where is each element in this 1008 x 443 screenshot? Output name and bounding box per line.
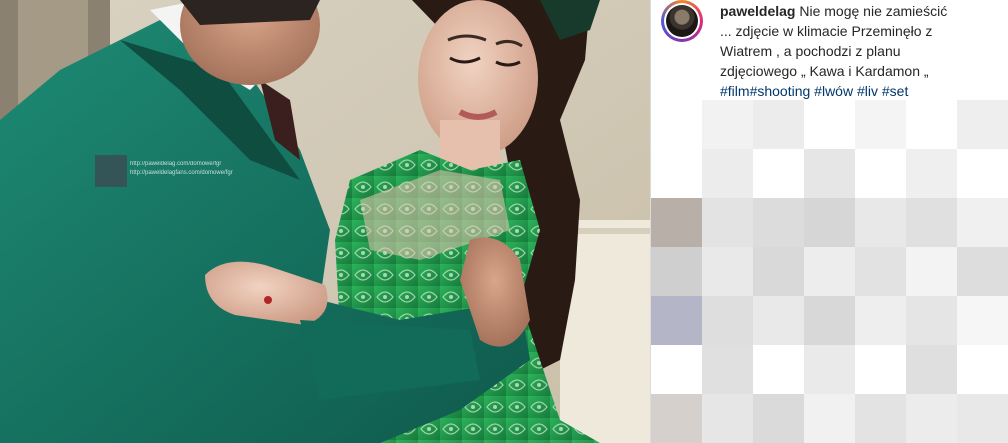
hashtag-link[interactable]: #set	[882, 83, 908, 99]
blurred-comment-tile	[906, 345, 957, 394]
blurred-comment-tile	[753, 198, 804, 247]
blurred-comment-tile	[804, 345, 855, 394]
blurred-comment-tile	[651, 345, 702, 394]
blurred-comment-tile	[855, 296, 906, 345]
blurred-comment-tile	[855, 100, 906, 149]
blurred-comment-tile	[906, 100, 957, 149]
blurred-comment-tile	[702, 198, 753, 247]
caption-line-2: ... zdjęcie w klimacie Przeminęło z	[720, 23, 933, 39]
blurred-comment-tile	[855, 247, 906, 296]
blurred-comment-tile	[753, 247, 804, 296]
blurred-comment-tile	[804, 100, 855, 149]
blurred-comment-tile	[906, 296, 957, 345]
blurred-comment-tile	[651, 149, 702, 198]
blurred-comment-tile	[702, 394, 753, 443]
blurred-comment-tile	[702, 100, 753, 149]
blurred-comment-tile	[906, 247, 957, 296]
blurred-comment-tile	[804, 149, 855, 198]
blurred-comment-tile	[855, 149, 906, 198]
caption-text: Nie mogę nie zamieścić	[799, 3, 948, 19]
blurred-comment-tile	[753, 149, 804, 198]
blurred-comment-tile	[651, 198, 702, 247]
profile-avatar-icon[interactable]	[664, 3, 700, 39]
post-caption: paweldelag Nie mogę nie zamieścić ... zd…	[720, 1, 1000, 101]
caption-line-4: zdjęciowego „ Kawa i Kardamon „	[720, 63, 929, 79]
post-photo[interactable]: http://paweldelag.com/domowe/fgr http://…	[0, 0, 650, 443]
blurred-comment-tile	[702, 296, 753, 345]
blurred-comment-tile	[753, 345, 804, 394]
hashtag-link[interactable]: #shooting	[750, 83, 811, 99]
blurred-comment-tile	[957, 247, 1008, 296]
avatar-image	[666, 5, 698, 37]
blurred-comment-tile	[957, 198, 1008, 247]
watermark-line: http://paweldelag.com/domowe/fgr	[130, 161, 222, 167]
username-link[interactable]: paweldelag	[720, 3, 795, 19]
blurred-comment-tile	[651, 247, 702, 296]
blurred-comment-tile	[651, 296, 702, 345]
blurred-comment-tile	[855, 345, 906, 394]
blurred-comment-tile	[651, 394, 702, 443]
blurred-comment-tile	[753, 394, 804, 443]
blurred-comment-tile	[804, 394, 855, 443]
blurred-comment-tile	[957, 296, 1008, 345]
post-sidebar: paweldelag Nie mogę nie zamieścić ... zd…	[651, 0, 1008, 443]
caption-line-3: Wiatrem , a pochodzi z planu	[720, 43, 901, 59]
blurred-comment-tile	[957, 149, 1008, 198]
blurred-comment-tile	[804, 247, 855, 296]
caption-line-1: paweldelag Nie mogę nie zamieścić	[720, 1, 1000, 21]
blurred-comment-tile	[702, 345, 753, 394]
blurred-comment-tile	[855, 394, 906, 443]
blurred-comment-tile	[702, 149, 753, 198]
pixelated-comments	[651, 100, 1008, 443]
blurred-comment-tile	[753, 296, 804, 345]
hashtag-link[interactable]: #lwów	[814, 83, 853, 99]
blurred-comment-tile	[906, 394, 957, 443]
hashtag-line: #film#shooting #lwów #liv #set	[720, 81, 1000, 101]
watermark-line: http://paweldelagfans.com/domowe/fgr	[130, 170, 233, 176]
blurred-comment-tile	[753, 100, 804, 149]
blurred-comment-tile	[804, 296, 855, 345]
blurred-comment-tile	[855, 198, 906, 247]
blurred-comment-tile	[651, 100, 702, 149]
blurred-comment-tile	[957, 345, 1008, 394]
blurred-comment-tile	[957, 394, 1008, 443]
blurred-comment-tile	[957, 100, 1008, 149]
blurred-comment-tile	[906, 149, 957, 198]
blurred-comment-tile	[804, 198, 855, 247]
blurred-comment-tile	[702, 247, 753, 296]
story-ring[interactable]	[661, 0, 703, 42]
hashtag-link[interactable]: #liv	[857, 83, 878, 99]
post-photo-image	[0, 0, 650, 443]
watermark-text: http://paweldelag.com/domowe/fgr http://…	[130, 160, 233, 178]
hashtag-link[interactable]: #film	[720, 83, 750, 99]
blurred-comment-tile	[906, 198, 957, 247]
